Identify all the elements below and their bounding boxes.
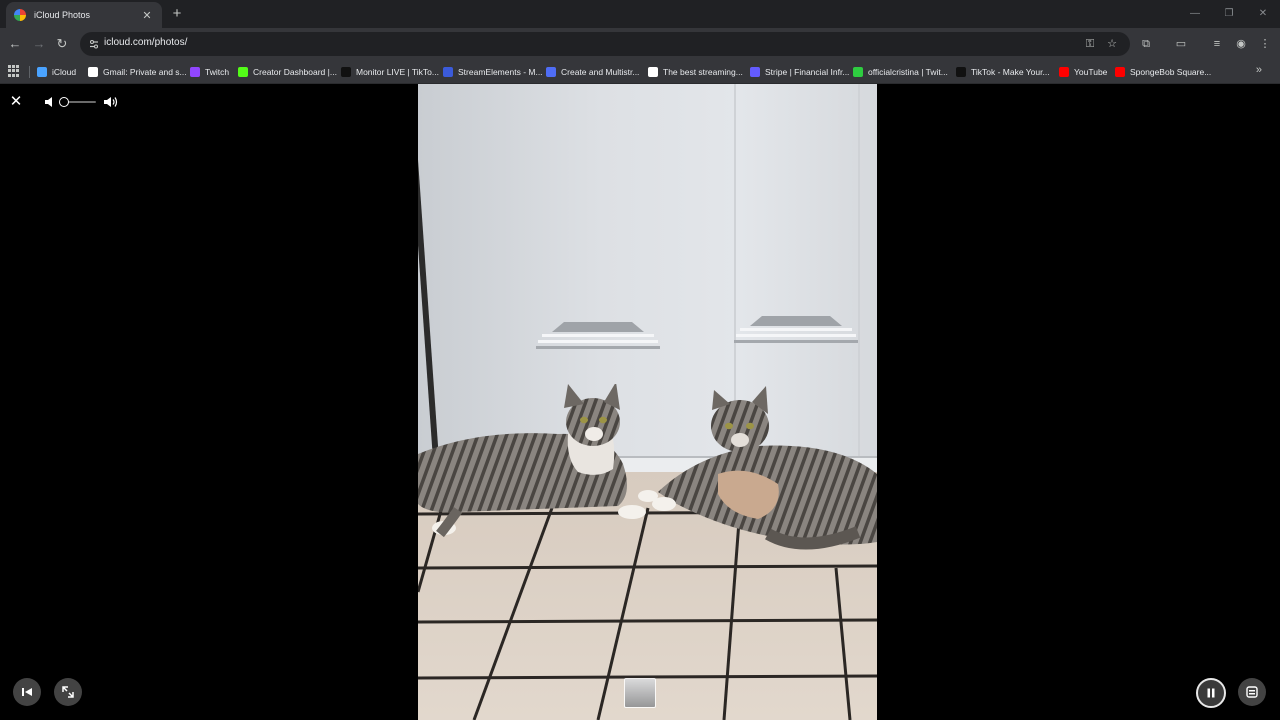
bookmark-label: iCloud [52,67,77,77]
previous-icon [22,688,32,696]
fullscreen-icon [62,686,74,698]
window-controls: — ❐ ✕ [1178,0,1280,28]
right-cat [638,386,877,550]
restore-icon[interactable]: ❐ [1212,0,1246,28]
bookmarks-overflow-icon[interactable]: » [1256,64,1262,76]
site-info-icon[interactable] [88,38,100,50]
volume-slider-knob[interactable] [58,97,69,107]
tab-icloud-photos[interactable]: iCloud Photos ✕ [6,2,162,28]
kick-icon [238,67,248,77]
password-key-icon[interactable]: ⚿ [1082,36,1098,52]
address-bar[interactable]: icloud.com/photos/ ⚿ ☆ [80,32,1130,56]
bookmark-label: Gmail: Private and s... [103,67,187,77]
pause-button[interactable] [1196,678,1226,708]
new-tab-button[interactable]: + [168,4,186,24]
tab-title: iCloud Photos [34,10,91,20]
bookmark-item[interactable]: SpongeBob Square... [1115,63,1211,81]
youtube-icon [1115,67,1125,77]
bookmark-item[interactable]: Create and Multistr... [546,63,639,81]
bookmark-label: officialcristina | Twit... [868,67,948,77]
bookmark-item[interactable]: Stripe | Financial Infr... [750,63,849,81]
bookmarks-separator [29,66,30,78]
door-vent-right [734,316,858,343]
reading-list-icon[interactable]: ≡ [1207,34,1227,54]
profile-icon[interactable]: ◉ [1231,34,1251,54]
reload-icon[interactable]: ↻ [52,34,72,54]
tab-close-icon[interactable]: ✕ [140,9,154,22]
minimize-icon[interactable]: — [1178,0,1212,28]
back-icon[interactable]: ← [5,34,25,54]
bookmark-item[interactable]: iCloud [37,63,76,81]
bookmark-label: The best streaming... [663,67,743,77]
twitch-icon [190,67,200,77]
bookmark-label: Create and Multistr... [561,67,640,77]
close-viewer-button[interactable]: ✕ [8,94,24,110]
tiktok-icon [956,67,966,77]
diamond-icon [648,67,658,77]
bookmark-item[interactable]: The best streaming... [648,63,743,81]
bookmark-label: Creator Dashboard |... [253,67,337,77]
twitch-green-icon [853,67,863,77]
stripe-icon [750,67,760,77]
bookmark-item[interactable]: Monitor LIVE | TikTo... [341,63,439,81]
bookmark-item[interactable]: TikTok - Make Your... [956,63,1050,81]
photo-viewer: ✕ [0,84,1280,720]
tiktok-icon [341,67,351,77]
streamelements-icon [443,67,453,77]
bookmark-label: StreamElements - M... [458,67,543,77]
bookmark-item[interactable]: Creator Dashboard |... [238,63,337,81]
bookmark-star-icon[interactable]: ☆ [1104,36,1120,52]
video-frame[interactable] [418,84,877,720]
window-close-icon[interactable]: ✕ [1246,0,1280,28]
restream-icon [546,67,556,77]
youtube-icon [1059,67,1069,77]
cats-image [418,384,877,550]
bookmark-label: Stripe | Financial Infr... [765,67,850,77]
apps-grid-icon[interactable] [8,65,20,77]
bookmarks-bar: iCloud Gmail: Private and s... Twitch Creat… [0,60,1280,84]
pause-icon [1207,688,1215,698]
left-cat [418,384,646,538]
bookmark-label: TikTok - Make Your... [971,67,1050,77]
menu-icon[interactable]: ⋮ [1255,34,1275,54]
browser-toolbar: ← → ↻ icloud.com/photos/ ⚿ ☆ ⧉ ▭ ≡ ◉ ⋮ [0,28,1280,60]
icloud-photos-favicon-icon [14,9,26,21]
bookmark-label: YouTube [1074,67,1108,77]
bookmark-item[interactable]: officialcristina | Twit... [853,63,948,81]
extensions-icon[interactable]: ⧉ [1136,34,1156,54]
cast-icon[interactable]: ▭ [1171,34,1191,54]
forward-icon[interactable]: → [29,34,49,54]
bookmark-label: Monitor LIVE | TikTo... [356,67,439,77]
info-panel-button[interactable] [1238,678,1266,706]
door-vent-left [536,322,660,349]
bookmark-item[interactable]: YouTube [1059,63,1107,81]
bookmark-item[interactable]: Twitch [190,63,229,81]
google-icon [88,67,98,77]
volume-high-icon[interactable] [104,96,118,108]
bookmark-label: SpongeBob Square... [1130,67,1212,77]
fullscreen-button[interactable] [54,678,82,706]
video-thumbnail[interactable] [624,678,656,708]
previous-button[interactable] [13,678,41,706]
tab-strip: iCloud Photos ✕ + — ❐ ✕ [0,0,1280,28]
bookmark-item[interactable]: Gmail: Private and s... [88,63,187,81]
volume-low-icon[interactable] [45,96,55,108]
bookmark-label: Twitch [205,67,230,77]
bookmark-item[interactable]: StreamElements - M... [443,63,543,81]
url-text: icloud.com/photos/ [104,37,188,48]
info-panel-icon [1246,686,1258,698]
icloud-icon [37,67,47,77]
